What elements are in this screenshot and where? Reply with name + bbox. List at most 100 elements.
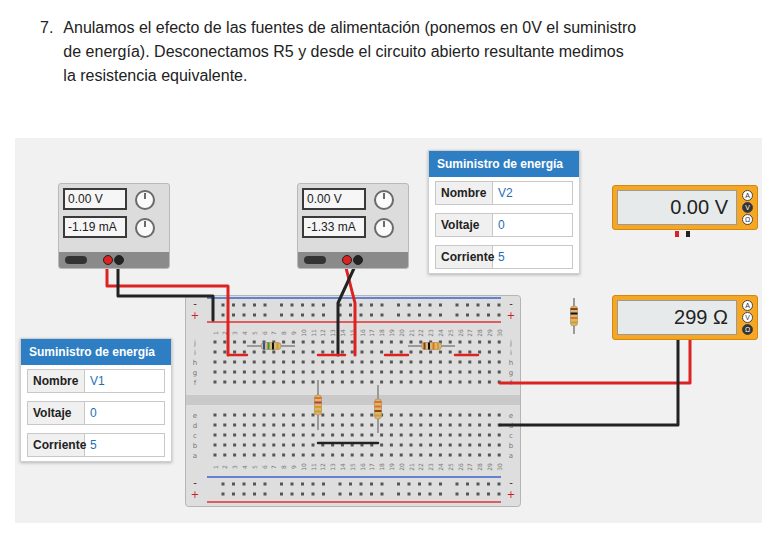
breadboard-hole[interactable]	[419, 371, 422, 374]
breadboard-hole[interactable]	[468, 341, 471, 344]
breadboard-hole[interactable]	[253, 351, 256, 354]
breadboard-hole[interactable]	[292, 361, 295, 364]
breadboard-hole[interactable]	[459, 381, 462, 384]
breadboard-hole[interactable]	[370, 483, 373, 486]
breadboard-hole[interactable]	[449, 414, 452, 417]
breadboard-hole[interactable]	[449, 361, 452, 364]
breadboard-hole[interactable]	[477, 483, 480, 486]
breadboard-hole[interactable]	[478, 341, 481, 344]
breadboard-hole[interactable]	[243, 483, 246, 486]
breadboard-hole[interactable]	[351, 454, 354, 457]
breadboard-hole[interactable]	[410, 414, 413, 417]
breadboard-hole[interactable]	[439, 424, 442, 427]
red-wire[interactable]	[455, 354, 478, 357]
breadboard-hole[interactable]	[361, 444, 364, 447]
breadboard-hole[interactable]	[380, 351, 383, 354]
breadboard-hole[interactable]	[243, 304, 246, 307]
breadboard-hole[interactable]	[468, 381, 471, 384]
breadboard-hole[interactable]	[418, 304, 421, 307]
breadboard-hole[interactable]	[449, 434, 452, 437]
breadboard-hole[interactable]	[243, 444, 246, 447]
breadboard-hole[interactable]	[302, 351, 305, 354]
breadboard-hole[interactable]	[331, 361, 334, 364]
circuit-canvas[interactable]: --++--++jjiihhggffeeddccbbaa112233445566…	[15, 138, 762, 523]
breadboard-hole[interactable]	[439, 304, 442, 307]
breadboard-hole[interactable]	[322, 483, 325, 486]
breadboard-hole[interactable]	[339, 304, 342, 307]
breadboard-hole[interactable]	[322, 493, 325, 496]
breadboard-hole[interactable]	[478, 454, 481, 457]
breadboard-hole[interactable]	[456, 483, 459, 486]
breadboard-hole[interactable]	[214, 361, 217, 364]
breadboard-hole[interactable]	[223, 361, 226, 364]
breadboard-hole[interactable]	[301, 483, 304, 486]
breadboard-hole[interactable]	[292, 381, 295, 384]
breadboard-hole[interactable]	[321, 371, 324, 374]
breadboard-hole[interactable]	[429, 424, 432, 427]
breadboard-hole[interactable]	[478, 444, 481, 447]
breadboard-hole[interactable]	[331, 434, 334, 437]
breadboard-hole[interactable]	[243, 371, 246, 374]
breadboard-hole[interactable]	[312, 341, 315, 344]
breadboard-hole[interactable]	[439, 361, 442, 364]
breadboard-hole[interactable]	[222, 314, 225, 317]
breadboard-hole[interactable]	[400, 341, 403, 344]
breadboard-hole[interactable]	[361, 361, 364, 364]
breadboard-hole[interactable]	[263, 424, 266, 427]
breadboard-hole[interactable]	[263, 444, 266, 447]
breadboard-hole[interactable]	[410, 434, 413, 437]
breadboard-hole[interactable]	[312, 434, 315, 437]
breadboard-hole[interactable]	[498, 454, 501, 457]
breadboard-hole[interactable]	[243, 381, 246, 384]
breadboard-hole[interactable]	[488, 434, 491, 437]
breadboard-hole[interactable]	[223, 434, 226, 437]
breadboard-hole[interactable]	[264, 304, 267, 307]
breadboard-hole[interactable]	[331, 351, 334, 354]
breadboard-hole[interactable]	[370, 361, 373, 364]
breadboard-hole[interactable]	[282, 351, 285, 354]
breadboard-hole[interactable]	[390, 381, 393, 384]
breadboard-hole[interactable]	[351, 361, 354, 364]
breadboard-hole[interactable]	[459, 341, 462, 344]
breadboard-hole[interactable]	[419, 424, 422, 427]
black-wire[interactable]	[118, 264, 213, 320]
breadboard-hole[interactable]	[400, 454, 403, 457]
breadboard-hole[interactable]	[397, 493, 400, 496]
property-field[interactable]: 0	[493, 213, 573, 237]
breadboard-hole[interactable]	[351, 351, 354, 354]
black-wire[interactable]	[500, 340, 678, 425]
breadboard-hole[interactable]	[292, 371, 295, 374]
breadboard-hole[interactable]	[439, 314, 442, 317]
breadboard-hole[interactable]	[253, 304, 256, 307]
breadboard-hole[interactable]	[488, 341, 491, 344]
breadboard-hole[interactable]	[410, 341, 413, 344]
breadboard-hole[interactable]	[468, 444, 471, 447]
black-probe-tip[interactable]	[686, 231, 690, 237]
breadboard-hole[interactable]	[331, 444, 334, 447]
positive-terminal[interactable]	[103, 255, 113, 265]
mode-button[interactable]: Ω	[742, 214, 753, 225]
breadboard-hole[interactable]	[263, 381, 266, 384]
breadboard-hole[interactable]	[380, 341, 383, 344]
property-field[interactable]: V1	[85, 369, 165, 393]
mode-button[interactable]: A	[742, 190, 753, 201]
property-field[interactable]: 0	[85, 401, 165, 425]
breadboard-hole[interactable]	[488, 424, 491, 427]
breadboard-hole[interactable]	[351, 434, 354, 437]
breadboard-hole[interactable]	[468, 371, 471, 374]
breadboard-hole[interactable]	[439, 381, 442, 384]
breadboard-hole[interactable]	[390, 371, 393, 374]
breadboard-hole[interactable]	[291, 493, 294, 496]
breadboard-hole[interactable]	[466, 304, 469, 307]
breadboard-hole[interactable]	[380, 424, 383, 427]
breadboard-hole[interactable]	[498, 414, 501, 417]
breadboard-hole[interactable]	[214, 424, 217, 427]
breadboard-hole[interactable]	[341, 341, 344, 344]
breadboard-hole[interactable]	[214, 341, 217, 344]
breadboard-hole[interactable]	[272, 454, 275, 457]
breadboard-hole[interactable]	[361, 434, 364, 437]
black-wire[interactable]	[338, 264, 356, 355]
breadboard-hole[interactable]	[339, 493, 342, 496]
breadboard-hole[interactable]	[341, 444, 344, 447]
breadboard-hole[interactable]	[282, 444, 285, 447]
